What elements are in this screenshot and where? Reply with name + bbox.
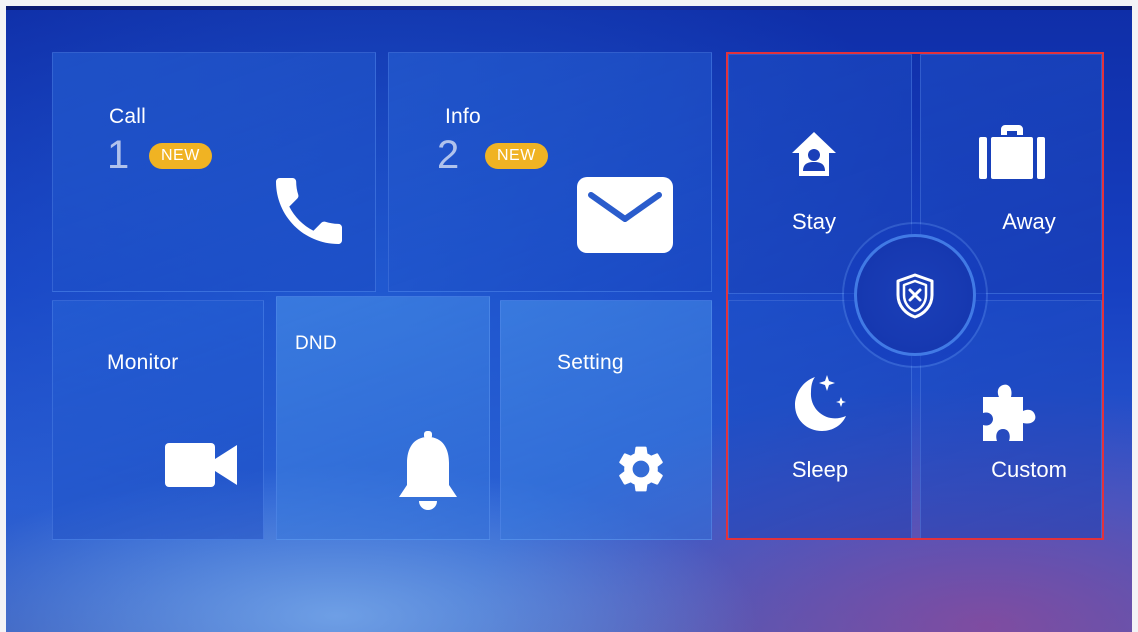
dnd-tile[interactable]: DND — [276, 296, 490, 540]
monitor-tile[interactable]: Monitor — [52, 300, 264, 540]
info-new-badge: NEW — [485, 143, 548, 169]
envelope-icon — [577, 177, 673, 253]
info-label: Info — [445, 105, 481, 128]
gear-icon — [619, 446, 663, 492]
disarm-button[interactable] — [854, 234, 976, 356]
call-new-badge: NEW — [149, 143, 212, 169]
bell-icon — [399, 431, 457, 510]
phone-icon — [276, 178, 342, 244]
monitor-label: Monitor — [107, 351, 179, 374]
call-label: Call — [109, 105, 146, 128]
shield-x-icon — [896, 273, 934, 319]
video-camera-icon — [165, 443, 237, 487]
info-tile[interactable]: Info 2 NEW — [388, 52, 712, 292]
intercom-home-screen: Call 1 NEW Info 2 NEW Monitor DND Settin… — [6, 6, 1132, 632]
dnd-label: DND — [295, 333, 337, 354]
setting-label: Setting — [557, 351, 624, 374]
call-count: 1 — [107, 133, 130, 177]
info-count: 2 — [437, 133, 460, 177]
setting-tile[interactable]: Setting — [500, 300, 712, 540]
call-tile[interactable]: Call 1 NEW — [52, 52, 376, 292]
